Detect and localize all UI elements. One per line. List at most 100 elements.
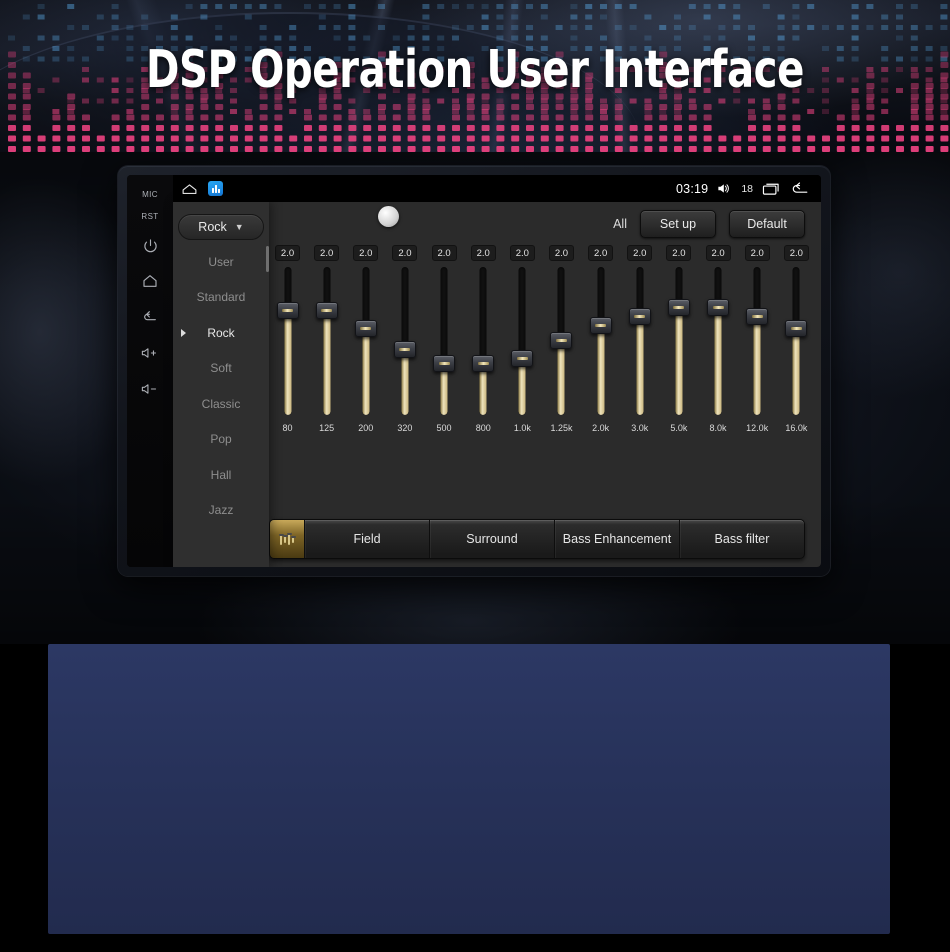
eq-knob[interactable] bbox=[550, 332, 572, 349]
eq-fill bbox=[636, 317, 643, 415]
hw-key-volume-down[interactable] bbox=[127, 371, 173, 407]
hw-key-back[interactable] bbox=[127, 299, 173, 335]
power-icon bbox=[143, 238, 158, 253]
eq-knob[interactable] bbox=[472, 355, 494, 372]
page-title: DSP Operation User Interface bbox=[67, 40, 884, 100]
eq-slider-200[interactable] bbox=[353, 265, 378, 417]
preset-item-label: Hall bbox=[211, 468, 232, 482]
tab-bass-enhancement[interactable]: Bass Enhancement bbox=[554, 520, 679, 558]
header-banner: DSP Operation User Interface bbox=[0, 0, 950, 152]
preset-item-user[interactable]: User bbox=[173, 244, 269, 280]
preset-item-jazz[interactable]: Jazz bbox=[173, 493, 269, 529]
eq-frequency-label: 12.0k bbox=[745, 423, 770, 433]
selected-marker-icon bbox=[181, 329, 186, 337]
eq-fill bbox=[754, 317, 761, 415]
back-icon bbox=[142, 309, 158, 325]
tab-label: Bass Enhancement bbox=[563, 532, 671, 546]
eq-knob[interactable] bbox=[355, 320, 377, 337]
eq-slider-12.0k[interactable] bbox=[745, 265, 770, 417]
default-button[interactable]: Default bbox=[729, 210, 805, 238]
hw-key-mic[interactable]: MIC bbox=[127, 183, 173, 205]
preset-item-label: Soft bbox=[210, 361, 231, 375]
bottom-section: 03:20 18 Dri bbox=[0, 644, 950, 952]
eq-knob[interactable] bbox=[629, 308, 651, 325]
eq-frequency-label: 320 bbox=[392, 423, 417, 433]
eq-track bbox=[284, 267, 291, 415]
hw-key-reset[interactable]: RST bbox=[127, 205, 173, 227]
eq-value-80: 2.0 bbox=[275, 245, 300, 261]
eq-slider-320[interactable] bbox=[392, 265, 417, 417]
eq-knob[interactable] bbox=[394, 341, 416, 358]
preset-item-standard[interactable]: Standard bbox=[173, 280, 269, 316]
eq-slider-3.0k[interactable] bbox=[627, 265, 652, 417]
eq-frequency-label: 5.0k bbox=[666, 423, 691, 433]
eq-track bbox=[597, 267, 604, 415]
eq-slider-2.0k[interactable] bbox=[588, 265, 613, 417]
eq-value-2.0k: 2.0 bbox=[588, 245, 613, 261]
eq-track bbox=[480, 267, 487, 415]
preset-item-rock[interactable]: Rock bbox=[173, 315, 269, 351]
eq-track bbox=[675, 267, 682, 415]
eq-value-320: 2.0 bbox=[392, 245, 417, 261]
eq-slider-5.0k[interactable] bbox=[666, 265, 691, 417]
eq-value-3.0k: 2.0 bbox=[627, 245, 652, 261]
eq-knob[interactable] bbox=[590, 317, 612, 334]
eq-fill bbox=[323, 311, 330, 415]
preset-list: UserStandard Rock Soft Classic Pop Hall Jazz bbox=[173, 244, 269, 528]
preset-item-classic[interactable]: Classic bbox=[173, 386, 269, 422]
eq-slider-125[interactable] bbox=[314, 265, 339, 417]
home-icon bbox=[142, 273, 158, 289]
eq-knob[interactable] bbox=[277, 302, 299, 319]
eq-value-1.25k: 2.0 bbox=[549, 245, 574, 261]
eq-value-1.0k: 2.0 bbox=[510, 245, 535, 261]
eq-knob[interactable] bbox=[668, 299, 690, 316]
camera-dot bbox=[378, 206, 399, 227]
preset-dropdown-button[interactable]: Rock ▼ bbox=[178, 214, 264, 240]
eq-knob[interactable] bbox=[433, 355, 455, 372]
car-head-unit: MIC RST bbox=[118, 166, 830, 576]
eq-track bbox=[519, 267, 526, 415]
eq-knob[interactable] bbox=[511, 350, 533, 367]
eq-slider-8.0k[interactable] bbox=[706, 265, 731, 417]
eq-slider-16.0k[interactable] bbox=[784, 265, 809, 417]
tab-label: Bass filter bbox=[715, 532, 770, 546]
preset-item-soft[interactable]: Soft bbox=[173, 351, 269, 387]
tab-field[interactable]: Field bbox=[304, 520, 429, 558]
dsp-equalizer-screen: Rock ▼ UserStandard Rock Soft Classic Pop Hal… bbox=[173, 202, 821, 567]
recents-icon[interactable] bbox=[762, 182, 781, 196]
eq-knob[interactable] bbox=[746, 308, 768, 325]
eq-fill bbox=[558, 341, 565, 415]
status-time: 03:19 bbox=[676, 182, 708, 196]
hw-key-volume-up[interactable] bbox=[127, 335, 173, 371]
eq-track bbox=[754, 267, 761, 415]
tab-equalizer[interactable] bbox=[270, 520, 304, 558]
eq-slider-500[interactable] bbox=[432, 265, 457, 417]
preset-item-label: Rock bbox=[207, 326, 234, 340]
preset-item-label: Classic bbox=[202, 397, 241, 411]
back-icon[interactable] bbox=[790, 181, 809, 196]
tab-label: Surround bbox=[466, 532, 517, 546]
eq-slider-800[interactable] bbox=[471, 265, 496, 417]
eq-value-5.0k: 2.0 bbox=[666, 245, 691, 261]
all-label: All bbox=[613, 217, 627, 231]
hw-key-power[interactable] bbox=[127, 227, 173, 263]
eq-slider-1.0k[interactable] bbox=[510, 265, 535, 417]
home-icon[interactable] bbox=[181, 182, 198, 195]
eq-knob[interactable] bbox=[707, 299, 729, 316]
eq-knob[interactable] bbox=[785, 320, 807, 337]
equalizer-icon bbox=[280, 533, 294, 545]
eq-slider-80[interactable] bbox=[275, 265, 300, 417]
eq-frequency-label: 2.0k bbox=[588, 423, 613, 433]
eq-slider-1.25k[interactable] bbox=[549, 265, 574, 417]
preset-item-pop[interactable]: Pop bbox=[173, 422, 269, 458]
preset-item-hall[interactable]: Hall bbox=[173, 457, 269, 493]
tab-bass-filter[interactable]: Bass filter bbox=[679, 520, 804, 558]
dsp-app-icon[interactable] bbox=[208, 181, 223, 196]
eq-track bbox=[793, 267, 800, 415]
eq-fill bbox=[793, 329, 800, 415]
hw-key-home[interactable] bbox=[127, 263, 173, 299]
eq-track bbox=[323, 267, 330, 415]
tab-surround[interactable]: Surround bbox=[429, 520, 554, 558]
eq-knob[interactable] bbox=[316, 302, 338, 319]
setup-button[interactable]: Set up bbox=[640, 210, 716, 238]
